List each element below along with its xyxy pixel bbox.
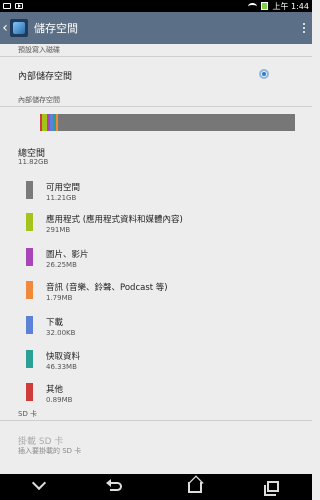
item-label: 應用程式 (應用程式資料和媒體內容) [46, 215, 183, 225]
item-value: 0.89MB [46, 396, 73, 404]
item-label: 可用空間 [46, 183, 81, 193]
storage-usage-bar [40, 114, 295, 131]
legend-swatch [26, 281, 33, 299]
overflow-menu-icon[interactable] [296, 12, 312, 44]
storage-item-pictures[interactable]: 圖片、影片 26.25MB [0, 243, 312, 277]
item-label: 下載 [46, 318, 64, 328]
storage-item-other[interactable]: 其他 0.89MB [0, 378, 312, 412]
storage-item-available[interactable]: 可用空間 11.21GB [0, 176, 312, 210]
bar-segment-available [58, 114, 295, 131]
mount-sd-subtitle: 插入要掛載的 SD 卡 [18, 447, 82, 455]
recent-apps-icon [264, 481, 279, 496]
total-space-value: 11.82GB [18, 158, 49, 166]
legend-swatch [26, 316, 33, 334]
default-disk-header: 預設寫入磁碟 [0, 44, 312, 57]
back-icon [106, 479, 122, 491]
battery-icon [261, 2, 269, 10]
legend-swatch [26, 181, 33, 199]
item-label: 音訊 (音樂、鈴聲、Podcast 等) [46, 283, 168, 293]
item-value: 46.33MB [46, 363, 77, 371]
sd-card-header: SD 卡 [0, 408, 312, 421]
navigation-bar [0, 474, 312, 500]
play-store-notification-icon [15, 3, 23, 9]
page-title: 儲存空間 [34, 22, 78, 35]
home-icon [188, 482, 202, 493]
legend-swatch [26, 383, 33, 401]
item-value: 1.79MB [46, 294, 73, 302]
storage-item-apps[interactable]: 應用程式 (應用程式資料和媒體內容) 291MB [0, 208, 312, 242]
chevron-down-icon [31, 475, 47, 491]
storage-item-audio[interactable]: 音訊 (音樂、鈴聲、Podcast 等) 1.79MB [0, 276, 312, 310]
home-button[interactable] [183, 477, 207, 497]
legend-swatch [26, 213, 33, 231]
legend-swatch [26, 248, 33, 266]
back-button[interactable] [105, 477, 129, 497]
internal-storage-radio[interactable] [259, 69, 269, 79]
recent-apps-button[interactable] [261, 477, 285, 497]
item-label: 其他 [46, 385, 64, 395]
status-time: 上午 1:44 [272, 1, 309, 11]
back-chevron-icon[interactable]: ‹ [0, 12, 10, 44]
item-label: 快取資料 [46, 352, 81, 362]
item-label: 圖片、影片 [46, 250, 89, 260]
action-bar: ‹ 儲存空間 [0, 12, 312, 44]
storage-item-cache[interactable]: 快取資料 46.33MB [0, 345, 312, 379]
wifi-icon [248, 2, 258, 10]
internal-storage-header: 內部儲存空間 [0, 94, 312, 107]
internal-storage-option-label[interactable]: 內部儲存空間 [18, 69, 72, 82]
storage-item-downloads[interactable]: 下載 32.00KB [0, 311, 312, 345]
item-value: 32.00KB [46, 329, 76, 337]
storage-app-icon[interactable] [10, 19, 28, 37]
status-bar: 上午 1:44 [0, 0, 312, 12]
hide-nav-button[interactable] [27, 475, 51, 497]
item-value: 26.25MB [46, 261, 77, 269]
gallery-notification-icon [3, 3, 11, 9]
item-value: 291MB [46, 226, 71, 234]
legend-swatch [26, 350, 33, 368]
item-value: 11.21GB [46, 194, 77, 202]
